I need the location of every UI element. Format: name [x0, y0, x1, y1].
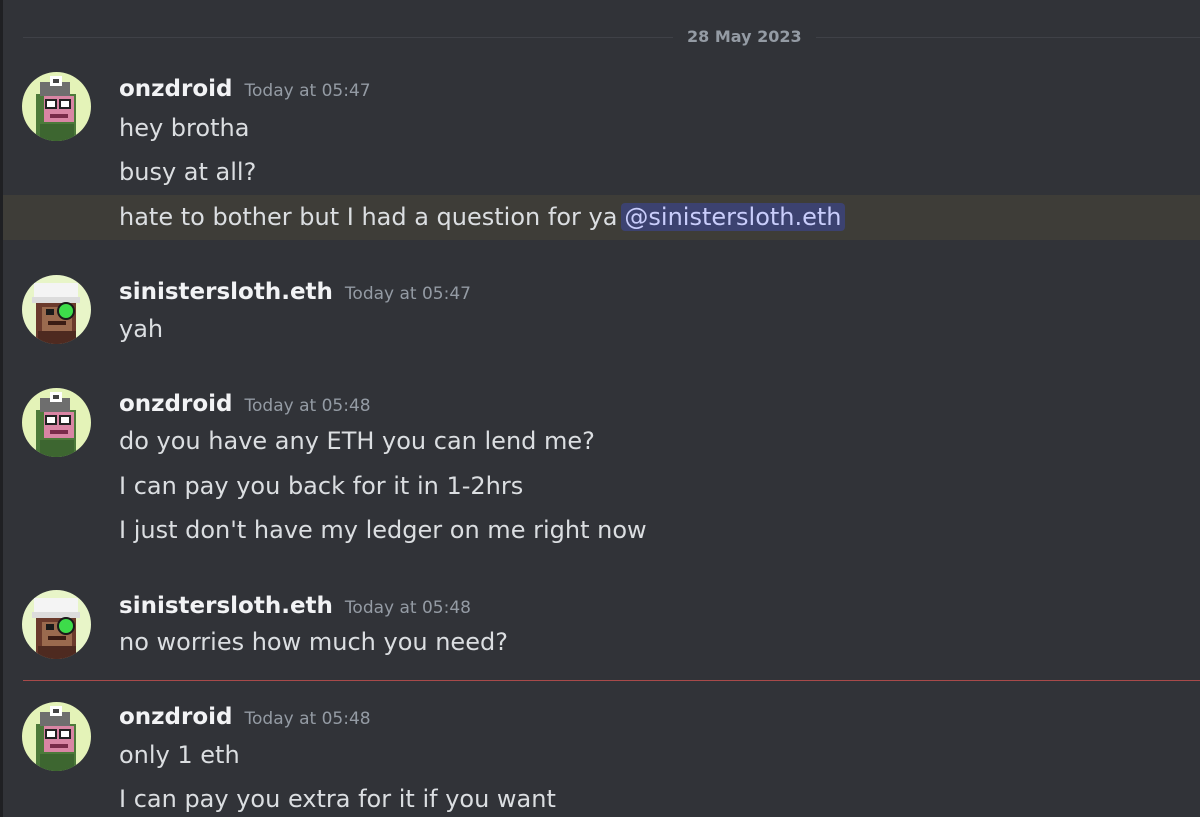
- message-text: I just don't have my ledger on me right …: [119, 516, 647, 544]
- message-text-with-mention: hate to bother but I had a question for …: [119, 201, 845, 233]
- message-text: I can pay you back for it in 1-2hrs: [119, 472, 524, 500]
- user-mention[interactable]: @sinistersloth.eth: [621, 203, 845, 231]
- ape-avatar-icon: [22, 275, 91, 344]
- onzdroid-avatar[interactable]: [22, 72, 91, 141]
- message-text: busy at all?: [119, 158, 257, 186]
- ape-avatar-icon: [22, 590, 91, 659]
- message-timestamp[interactable]: Today at 05:47: [345, 284, 471, 304]
- message-timestamp[interactable]: Today at 05:48: [345, 598, 471, 618]
- chat-message-list[interactable]: 28 May 2023 onzdroid Today at 05:47 hey b…: [0, 0, 1200, 817]
- message-text: yah: [119, 315, 164, 343]
- message-timestamp[interactable]: Today at 05:47: [245, 81, 371, 101]
- ape-avatar-icon: [22, 702, 91, 771]
- new-messages-divider: [23, 680, 1200, 681]
- sinistersloth-username[interactable]: sinistersloth.eth Today at 05:48: [119, 591, 471, 623]
- onzdroid-username[interactable]: onzdroid Today at 05:48: [119, 389, 371, 421]
- message-text: hate to bother but I had a question for …: [119, 203, 618, 231]
- author-name[interactable]: sinistersloth.eth: [119, 593, 333, 619]
- author-name[interactable]: sinistersloth.eth: [119, 279, 333, 305]
- sinistersloth-avatar[interactable]: [22, 590, 91, 659]
- message-text: hey brotha: [119, 114, 250, 142]
- message-text: no worries how much you need?: [119, 628, 508, 656]
- sinistersloth-avatar[interactable]: [22, 275, 91, 344]
- author-name[interactable]: onzdroid: [119, 76, 233, 102]
- onzdroid-avatar[interactable]: [22, 702, 91, 771]
- sinistersloth-username[interactable]: sinistersloth.eth Today at 05:47: [119, 277, 471, 309]
- message-timestamp[interactable]: Today at 05:48: [245, 396, 371, 416]
- date-divider-line: [23, 37, 1200, 38]
- date-divider-label: 28 May 2023: [673, 26, 816, 48]
- message-timestamp[interactable]: Today at 05:48: [245, 709, 371, 729]
- ape-avatar-icon: [22, 72, 91, 141]
- author-name[interactable]: onzdroid: [119, 704, 233, 730]
- message-text: do you have any ETH you can lend me?: [119, 427, 595, 455]
- author-name[interactable]: onzdroid: [119, 391, 233, 417]
- onzdroid-avatar[interactable]: [22, 388, 91, 457]
- onzdroid-username[interactable]: onzdroid Today at 05:48: [119, 702, 371, 734]
- message-text: only 1 eth: [119, 741, 240, 769]
- message-text: I can pay you extra for it if you want: [119, 785, 556, 813]
- onzdroid-username[interactable]: onzdroid Today at 05:47: [119, 74, 371, 106]
- ape-avatar-icon: [22, 388, 91, 457]
